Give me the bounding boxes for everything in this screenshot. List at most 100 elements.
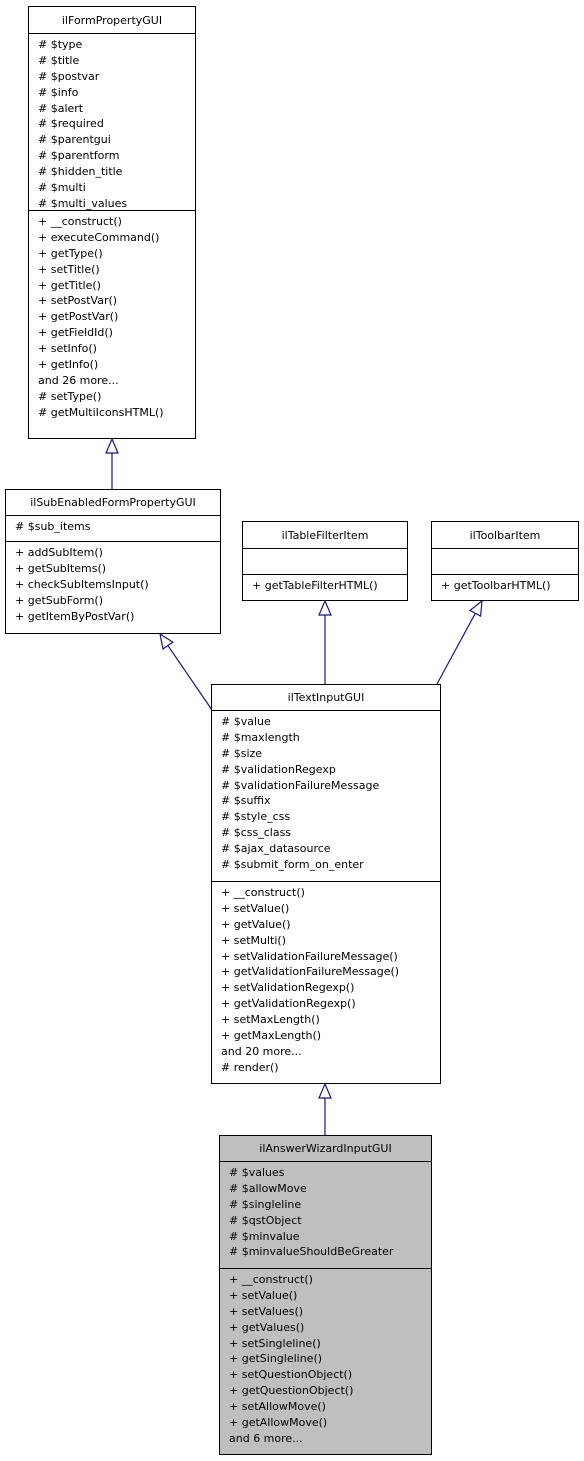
method: + getValues() [229,1320,305,1334]
attribute: # $multi_values [38,196,128,210]
attributes-section [432,549,578,575]
attribute: # $minvalue [229,1229,300,1243]
inheritance-arrowhead-icon [318,599,332,616]
attribute: # $multi [38,181,86,195]
method: + getInfo() [38,358,99,372]
method: + getPostVar() [38,310,119,324]
attribute: # $allowMove [229,1181,307,1195]
methods-section: + addSubItem() + getSubItems() + checkSubI… [6,542,220,624]
attribute: # $minvalueShouldBeGreater [229,1245,394,1259]
methods-section: + __construct() + setValue() + getValue() +… [212,882,440,1076]
class-box-il-answer-wizard-input-gui[interactable]: ilAnswerWizardInputGUI # $values # $allowM… [219,1135,432,1455]
method: + getType() [38,246,103,260]
method: + setMaxLength() [221,1013,320,1027]
attribute: # $info [38,85,79,99]
method: + getToolbarHTML() [441,579,551,592]
class-box-il-toolbar-item[interactable]: ilToolbarItem + getToolbarHTML() [431,521,579,601]
attribute: # $validationFailureMessage [221,778,380,792]
inheritance-arrowhead-icon [105,437,119,454]
class-box-il-sub-enabled-form-property-gui[interactable]: ilSubEnabledFormPropertyGUI # $sub_items +… [5,489,221,634]
method: # render() [221,1060,279,1074]
more-methods-link[interactable]: and 26 more... [38,373,195,389]
method: + getSingleline() [229,1352,323,1366]
class-box-il-table-filter-item[interactable]: ilTableFilterItem + getTableFilterHTML() [242,521,408,601]
method: + setSingleline() [229,1336,321,1350]
class-name: ilTableFilterItem [243,522,407,549]
methods-section: + __construct() + executeCommand() + getTy… [29,211,195,421]
method: + getValue() [221,917,291,931]
method: + setQuestionObject() [229,1368,353,1382]
method: + getFieldId() [38,326,113,340]
class-box-il-form-property-gui[interactable]: ilFormPropertyGUI # $type # $title # $postv… [28,6,196,439]
method: + setTitle() [38,262,100,276]
attributes-section: # $type # $title # $postvar # $info # $alert… [29,34,195,211]
methods-section: + getTableFilterHTML() [243,575,407,594]
method: + setValidationFailureMessage() [221,949,398,963]
method: # getMultiIconsHTML() [38,405,164,419]
method: + getValidationRegexp() [221,997,356,1011]
method: + executeCommand() [38,230,160,244]
more-methods-link[interactable]: and 6 more... [229,1431,431,1447]
attribute: # $css_class [221,826,292,840]
method: + getTitle() [38,278,101,292]
class-name: ilTextInputGUI [212,685,440,711]
inheritance-edge [436,613,476,685]
attribute: # $qstObject [229,1213,302,1227]
method: + getAllowMove() [229,1416,328,1430]
attribute: # $type [38,38,83,51]
method: + getValidationFailureMessage() [221,965,400,979]
attribute: # $maxlength [221,730,300,744]
attributes-section: # $sub_items [6,516,220,542]
method: + setPostVar() [38,294,118,308]
methods-section: + getToolbarHTML() [432,575,578,594]
methods-section: + __construct() + setValue() + setValues()… [220,1269,431,1447]
method: + getItemByPostVar() [15,609,135,623]
method: + setValidationRegexp() [221,981,355,995]
attribute: # $postvar [38,69,100,83]
attribute: # $sub_items [15,520,91,533]
method: + setValues() [229,1304,304,1318]
attribute: # $parentform [38,149,120,163]
attribute: # $validationRegexp [221,762,336,776]
attribute: # $style_css [221,810,291,824]
inheritance-arrowhead-icon [318,1082,332,1099]
class-name: ilAnswerWizardInputGUI [220,1136,431,1162]
attribute: # $ajax_datasource [221,842,331,856]
method: + setMulti() [221,933,286,947]
attribute: # $hidden_title [38,165,123,179]
attribute: # $singleline [229,1197,302,1211]
method: + __construct() [221,886,305,899]
class-name: ilFormPropertyGUI [29,7,195,34]
method: + setInfo() [38,342,97,356]
inheritance-arrowhead-icon [159,632,174,650]
attribute: # $required [38,117,104,131]
attribute: # $submit_form_on_enter [221,858,364,872]
method: + __construct() [38,215,122,228]
method: + addSubItem() [15,546,103,559]
method: + setValue() [229,1288,298,1302]
attributes-section: # $value # $maxlength # $size # $validation… [212,711,440,882]
attribute: # $parentgui [38,133,111,147]
method: + setValue() [221,901,290,915]
attribute: # $size [221,746,263,760]
method: + getSubItems() [15,561,107,575]
attribute: # $value [221,715,271,728]
class-box-il-text-input-gui[interactable]: ilTextInputGUI # $value # $maxlength # $siz… [211,684,441,1084]
attribute: # $values [229,1166,285,1179]
method: + getSubForm() [15,593,104,607]
class-name: ilToolbarItem [432,522,578,549]
method: + __construct() [229,1273,313,1286]
attributes-section: # $values # $allowMove # $singleline # $qst… [220,1162,431,1269]
inheritance-arrowhead-icon [468,599,483,618]
method: + checkSubItemsInput() [15,577,149,591]
method: + getQuestionObject() [229,1384,354,1398]
attribute: # $title [38,53,80,67]
attributes-section [243,549,407,575]
more-methods-link[interactable]: and 20 more... [221,1044,440,1060]
method: + getTableFilterHTML() [252,579,378,592]
attribute: # $suffix [221,794,271,808]
class-name: ilSubEnabledFormPropertyGUI [6,490,220,516]
inheritance-edge [167,645,213,711]
attribute: # $alert [38,101,84,115]
method: + getMaxLength() [221,1029,322,1043]
